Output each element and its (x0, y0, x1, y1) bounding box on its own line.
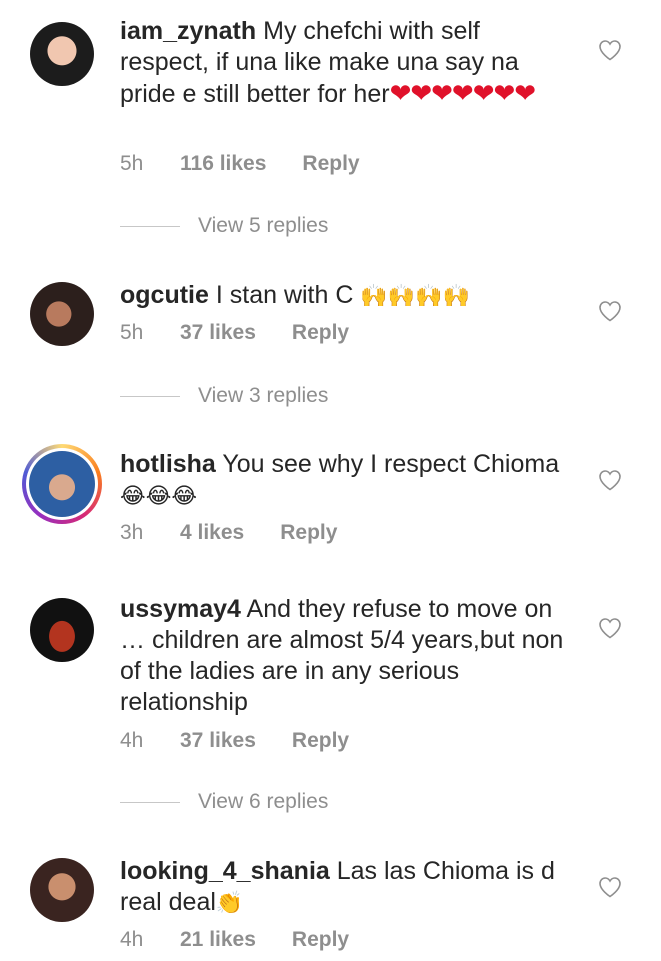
comment-username[interactable]: ussymay4 (120, 595, 241, 623)
comment-meta: 4h 21 likes Reply (120, 928, 349, 952)
view-replies-label[interactable]: View 3 replies (198, 384, 328, 408)
avatar-story-ring[interactable] (22, 444, 102, 524)
view-replies[interactable]: View 3 replies (120, 384, 328, 408)
comment-text: You see why I respect Chioma (222, 450, 560, 478)
comment-likes[interactable]: 37 likes (180, 729, 256, 753)
divider-line (120, 225, 180, 227)
comment-text-block: hotlisha You see why I respect Chioma 😂😂… (120, 449, 570, 512)
divider-line (120, 395, 180, 397)
heart-outline-icon[interactable] (598, 300, 622, 322)
comment-meta: 5h 37 likes Reply (120, 321, 349, 345)
reply-button[interactable]: Reply (280, 521, 337, 545)
comment-text-block: ussymay4 And they refuse to move on … ch… (120, 594, 570, 718)
comment-likes[interactable]: 116 likes (180, 152, 266, 176)
avatar-ring-gap (26, 448, 98, 520)
comment-likes[interactable]: 37 likes (180, 321, 256, 345)
heart-emoji: ❤❤❤❤❤❤❤ (389, 78, 536, 108)
comment-likes[interactable]: 4 likes (180, 521, 244, 545)
comment-meta: 5h 116 likes Reply (120, 152, 360, 176)
avatar[interactable] (30, 598, 94, 662)
comment-username[interactable]: hotlisha (120, 450, 216, 478)
view-replies[interactable]: View 5 replies (120, 214, 328, 238)
tears-of-joy-emoji: 😂😂😂 (120, 484, 198, 509)
avatar[interactable] (30, 858, 94, 922)
comment-time: 3h (120, 521, 144, 544)
comment-likes[interactable]: 21 likes (180, 928, 256, 952)
heart-outline-icon[interactable] (598, 469, 622, 491)
avatar (29, 451, 95, 517)
comment-time: 4h (120, 729, 144, 752)
heart-outline-icon[interactable] (598, 39, 622, 61)
comment-time: 4h (120, 928, 144, 951)
comment-username[interactable]: looking_4_shania (120, 857, 330, 885)
reply-button[interactable]: Reply (302, 152, 359, 176)
view-replies[interactable]: View 6 replies (120, 790, 328, 814)
comment-time: 5h (120, 152, 144, 175)
view-replies-label[interactable]: View 6 replies (198, 790, 328, 814)
view-replies-label[interactable]: View 5 replies (198, 214, 328, 238)
comment-text: I stan with C (215, 281, 354, 309)
heart-outline-icon[interactable] (598, 876, 622, 898)
reply-button[interactable]: Reply (292, 321, 349, 345)
comment-text-block: ogcutie I stan with C 🙌🙌🙌🙌 (120, 280, 570, 312)
comment-time: 5h (120, 321, 144, 344)
heart-outline-icon[interactable] (598, 617, 622, 639)
comment-username[interactable]: iam_zynath (120, 17, 256, 45)
reply-button[interactable]: Reply (292, 928, 349, 952)
reply-button[interactable]: Reply (292, 729, 349, 753)
avatar[interactable] (30, 282, 94, 346)
avatar[interactable] (30, 22, 94, 86)
raised-hands-emoji: 🙌🙌🙌🙌 (360, 284, 470, 309)
divider-line (120, 801, 180, 803)
comment-username[interactable]: ogcutie (120, 281, 209, 309)
comment-meta: 4h 37 likes Reply (120, 729, 349, 753)
comment-text-block: looking_4_shania Las las Chioma is d rea… (120, 856, 570, 919)
comment-text-block: iam_zynath My chefchi with self respect,… (120, 16, 570, 110)
comment-meta: 3h 4 likes Reply (120, 521, 337, 545)
clapping-hands-emoji: 👏 (215, 891, 244, 916)
